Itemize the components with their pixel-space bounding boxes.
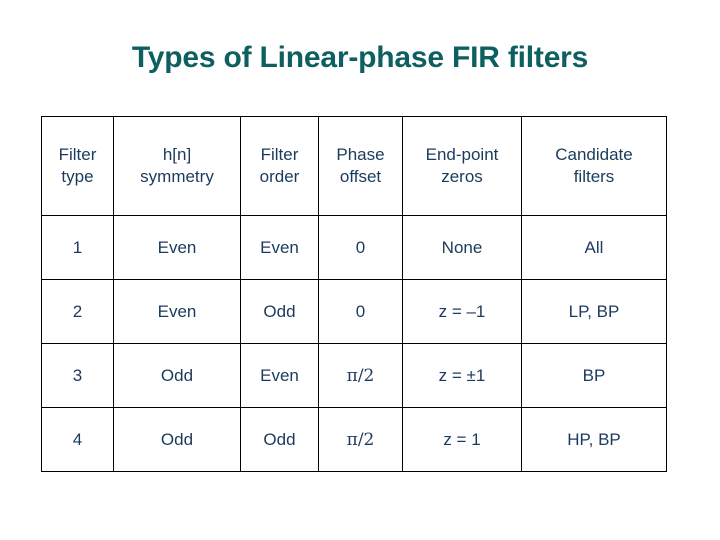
cell-candidate-filters: BP [521, 343, 667, 408]
cell-filter-order: Odd [240, 407, 319, 472]
table-body: 1 Even Even 0 None All 2 Even Odd 0 z = … [41, 215, 667, 472]
column-header-candidate-filters-line1: Candidate [555, 145, 633, 164]
column-header-filter-order-line1: Filter [260, 145, 299, 164]
cell-filter-type: 1 [41, 215, 114, 280]
page-title: Types of Linear-phase FIR filters [131, 41, 589, 74]
table-row: 3 Odd Even π/2 z = ±1 BP [41, 343, 667, 408]
column-header-filter-type-line2: type [61, 167, 94, 186]
column-header-filter-order-line2: order [259, 167, 300, 186]
cell-hn-symmetry: Odd [113, 343, 241, 408]
cell-phase-offset: π/2 [318, 407, 403, 472]
cell-filter-order: Even [240, 215, 319, 280]
table-row: 1 Even Even 0 None All [41, 215, 667, 280]
cell-filter-type: 3 [41, 343, 114, 408]
cell-phase-offset: 0 [318, 279, 403, 344]
column-header-filter-order: Filter order [240, 116, 319, 216]
cell-hn-symmetry: Even [113, 215, 241, 280]
column-header-endpoint-zeros: End-point zeros [402, 116, 522, 216]
table-header: Filter type h[n] symmetry Filter order P… [41, 116, 667, 216]
cell-filter-order: Odd [240, 279, 319, 344]
column-header-phase-offset-line2: offset [339, 167, 382, 186]
slide-canvas: Types of Linear-phase FIR filters Filter… [0, 0, 720, 540]
cell-filter-order: Even [240, 343, 319, 408]
column-header-hn-symmetry-line2: symmetry [140, 167, 214, 186]
cell-hn-symmetry: Odd [113, 407, 241, 472]
cell-candidate-filters: HP, BP [521, 407, 667, 472]
table-header-row: Filter type h[n] symmetry Filter order P… [41, 116, 667, 216]
column-header-hn-symmetry-line1: h[n] [162, 145, 192, 164]
cell-endpoint-zeros: None [402, 215, 522, 280]
column-header-endpoint-zeros-line1: End-point [425, 145, 499, 164]
cell-endpoint-zeros: z = –1 [402, 279, 522, 344]
cell-filter-type: 4 [41, 407, 114, 472]
column-header-phase-offset-line1: Phase [336, 145, 385, 164]
cell-filter-type: 2 [41, 279, 114, 344]
cell-phase-offset: 0 [318, 215, 403, 280]
cell-phase-offset: π/2 [318, 343, 403, 408]
linear-phase-fir-filter-table: Filter type h[n] symmetry Filter order P… [41, 116, 667, 472]
cell-hn-symmetry: Even [113, 279, 241, 344]
column-header-phase-offset: Phase offset [318, 116, 403, 216]
column-header-candidate-filters: Candidate filters [521, 116, 667, 216]
column-header-filter-type-line1: Filter [58, 145, 97, 164]
cell-endpoint-zeros: z = 1 [402, 407, 522, 472]
table-row: 2 Even Odd 0 z = –1 LP, BP [41, 279, 667, 344]
column-header-filter-type: Filter type [41, 116, 114, 216]
column-header-endpoint-zeros-line2: zeros [441, 167, 483, 186]
table-row: 4 Odd Odd π/2 z = 1 HP, BP [41, 407, 667, 472]
cell-endpoint-zeros: z = ±1 [402, 343, 522, 408]
cell-candidate-filters: LP, BP [521, 279, 667, 344]
column-header-hn-symmetry: h[n] symmetry [113, 116, 241, 216]
cell-candidate-filters: All [521, 215, 667, 280]
column-header-candidate-filters-line2: filters [573, 167, 615, 186]
